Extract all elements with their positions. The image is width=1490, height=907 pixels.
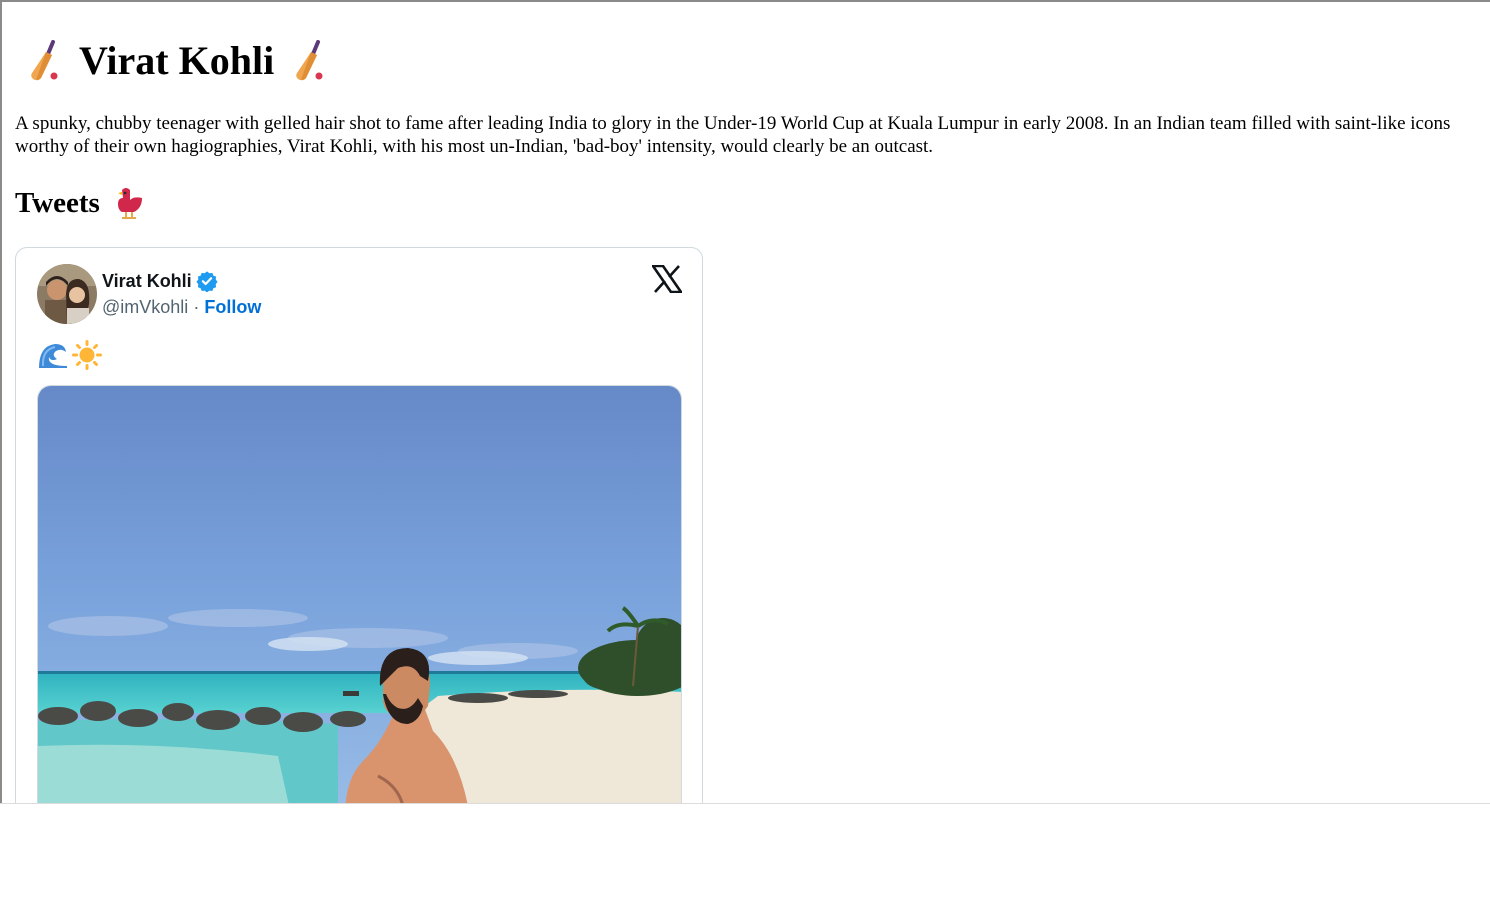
bird-icon: [117, 188, 142, 219]
page-title-text: Virat Kohli: [79, 38, 275, 83]
embedded-tweet[interactable]: Virat Kohli @imVkohli · Follow: [15, 247, 703, 804]
handle-separator: ·: [193, 297, 200, 317]
author-name-text: Virat Kohli: [102, 270, 192, 291]
cricket-bat-icon: [296, 40, 323, 81]
viewport-bottom-edge: [0, 803, 1490, 804]
browser-viewport: Virat Kohli A spunky, chubby teenager wi…: [0, 0, 1490, 804]
tweet-handle[interactable]: @imVkohli: [102, 297, 188, 317]
cricket-bat-icon: [31, 40, 58, 81]
avatar[interactable]: [37, 264, 97, 324]
verified-badge-icon: [196, 271, 218, 292]
tweet-handle-row: @imVkohli · Follow: [102, 297, 261, 318]
x-logo-icon[interactable]: [652, 265, 682, 293]
intro-paragraph: A spunky, chubby teenager with gelled ha…: [15, 113, 1451, 157]
tweets-heading-text: Tweets: [15, 187, 100, 219]
follow-button[interactable]: Follow: [204, 297, 261, 317]
tweet-photo[interactable]: [37, 385, 682, 804]
tweets-heading: Tweets: [15, 185, 146, 221]
tweet-author-name[interactable]: Virat Kohli: [102, 270, 218, 292]
sun-emoji-icon: [72, 340, 102, 370]
page-heading: Virat Kohli: [27, 38, 326, 84]
wave-emoji-icon: [39, 344, 67, 368]
tweet-text: [37, 340, 103, 370]
